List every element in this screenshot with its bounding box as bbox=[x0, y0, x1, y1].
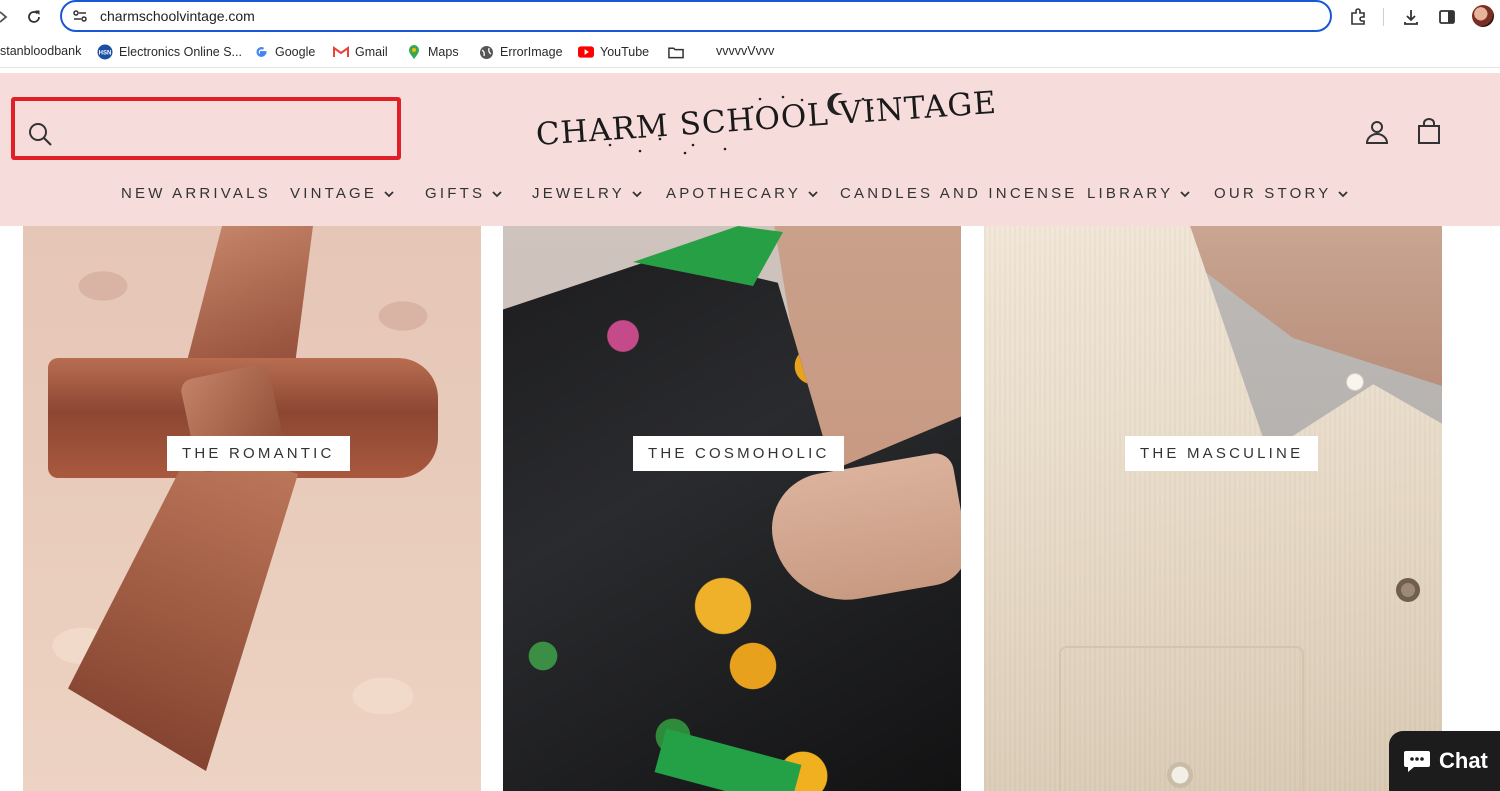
nav-label: OUR STORY bbox=[1214, 185, 1332, 202]
url-text: charmschoolvintage.com bbox=[100, 8, 255, 24]
toolbar-divider bbox=[1383, 8, 1384, 26]
nav-item-jewelry[interactable]: JEWELRY bbox=[532, 185, 643, 202]
side-panel-icon[interactable] bbox=[1435, 5, 1459, 29]
main-navigation: NEW ARRIVALS VINTAGE GIFTS JEWELRY APOTH… bbox=[0, 185, 1500, 211]
product-image bbox=[68, 441, 298, 771]
youtube-icon bbox=[578, 44, 594, 60]
chevron-down-icon bbox=[1180, 190, 1190, 197]
bookmark-label: Electronics Online S... bbox=[119, 45, 242, 59]
nav-label: CANDLES AND INCENSE bbox=[840, 185, 1078, 202]
chevron-down-icon bbox=[1338, 190, 1349, 197]
bookmark-label: YouTube bbox=[600, 45, 650, 59]
search-icon bbox=[29, 123, 52, 146]
forward-icon[interactable] bbox=[0, 5, 16, 29]
product-image bbox=[1346, 373, 1364, 391]
collection-label[interactable]: THE MASCULINE bbox=[1125, 436, 1319, 471]
bookmark-label: Maps bbox=[428, 45, 459, 59]
maps-icon bbox=[406, 44, 422, 60]
bookmark-folder[interactable] bbox=[668, 44, 690, 60]
bookmark-item[interactable]: vvvvvVvvv bbox=[716, 44, 774, 58]
bookmark-label: stanbloodbank bbox=[0, 44, 82, 58]
address-bar[interactable]: charmschoolvintage.com bbox=[60, 0, 1332, 32]
chat-bubble-icon bbox=[1404, 751, 1430, 772]
bookmark-item[interactable]: YouTube bbox=[578, 44, 649, 60]
cart-icon[interactable] bbox=[1415, 118, 1443, 146]
nav-label: VINTAGE bbox=[290, 185, 378, 202]
nav-item-apothecary[interactable]: APOTHECARY bbox=[666, 185, 819, 202]
bookmark-item[interactable]: Maps bbox=[406, 44, 459, 60]
collection-label[interactable]: THE COSMOHOLIC bbox=[633, 436, 845, 471]
hsn-icon: HSN bbox=[97, 44, 113, 60]
site-logo[interactable]: CHARM SCHOOL VINTAGE bbox=[530, 85, 998, 163]
svg-text:HSN: HSN bbox=[99, 51, 112, 57]
gmail-icon bbox=[333, 44, 349, 60]
collection-tile-romantic[interactable]: THE ROMANTIC bbox=[23, 226, 481, 791]
nav-label: JEWELRY bbox=[532, 185, 625, 202]
nav-item-new-arrivals[interactable]: NEW ARRIVALS bbox=[121, 185, 271, 202]
download-icon[interactable] bbox=[1399, 5, 1423, 29]
product-image bbox=[1167, 762, 1193, 788]
nav-label: GIFTS bbox=[425, 185, 486, 202]
collection-tile-cosmoholic[interactable]: THE COSMOHOLIC bbox=[503, 226, 961, 791]
search-button[interactable] bbox=[11, 97, 401, 160]
chat-button[interactable]: Chat bbox=[1389, 731, 1500, 791]
profile-avatar[interactable] bbox=[1472, 5, 1494, 27]
reload-icon[interactable] bbox=[22, 5, 46, 29]
bookmark-item[interactable]: HSN Electronics Online S... bbox=[97, 44, 242, 60]
site-settings-icon[interactable] bbox=[72, 7, 90, 25]
bookmark-label: ErrorImage bbox=[500, 45, 563, 59]
bookmark-item[interactable]: Gmail bbox=[333, 44, 388, 60]
globe-icon bbox=[478, 44, 494, 60]
chevron-down-icon bbox=[384, 190, 394, 197]
chevron-down-icon bbox=[808, 190, 818, 197]
bookmark-label: vvvvvVvvv bbox=[716, 44, 775, 58]
site-header: CHARM SCHOOL VINTAGE NEW ARRIVALS VINTAG… bbox=[0, 73, 1500, 226]
google-icon bbox=[253, 44, 269, 60]
collection-tile-masculine[interactable]: THE MASCULINE bbox=[984, 226, 1442, 791]
bookmark-label: Gmail bbox=[355, 45, 388, 59]
nav-item-gifts[interactable]: GIFTS bbox=[425, 185, 503, 202]
bookmark-item[interactable]: stanbloodbank bbox=[0, 44, 81, 58]
browser-toolbar: charmschoolvintage.com bbox=[0, 0, 1500, 34]
bookmarks-bar: stanbloodbank HSN Electronics Online S..… bbox=[0, 36, 1500, 68]
folder-icon bbox=[668, 44, 684, 60]
extensions-icon[interactable] bbox=[1346, 5, 1370, 29]
nav-item-our-story[interactable]: OUR STORY bbox=[1214, 185, 1349, 202]
product-image bbox=[1396, 578, 1420, 602]
chevron-down-icon bbox=[632, 190, 642, 197]
chat-label: Chat bbox=[1439, 748, 1488, 773]
nav-label: NEW ARRIVALS bbox=[121, 185, 271, 202]
bookmark-item[interactable]: ErrorImage bbox=[478, 44, 563, 60]
bookmark-item[interactable]: Google bbox=[253, 44, 315, 60]
nav-label: LIBRARY bbox=[1087, 185, 1174, 202]
bookmark-label: Google bbox=[275, 45, 316, 59]
nav-label: APOTHECARY bbox=[666, 185, 802, 202]
nav-item-candles-and-incense[interactable]: CANDLES AND INCENSE bbox=[840, 185, 1078, 202]
nav-item-library[interactable]: LIBRARY bbox=[1087, 185, 1191, 202]
account-icon[interactable] bbox=[1363, 118, 1391, 146]
nav-item-vintage[interactable]: VINTAGE bbox=[290, 185, 395, 202]
collection-label[interactable]: THE ROMANTIC bbox=[167, 436, 350, 471]
chevron-down-icon bbox=[492, 190, 502, 197]
